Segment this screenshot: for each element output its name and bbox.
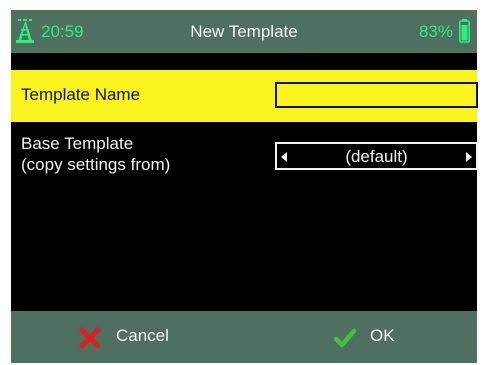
arrow-right-icon[interactable] (466, 152, 472, 162)
battery-percent: 83% (418, 22, 453, 41)
status-bar: 20:59 New Template 83% (11, 10, 477, 53)
base-template-label: Base Template (21, 134, 134, 153)
close-icon (79, 327, 101, 349)
template-name-row[interactable]: Template Name (11, 70, 478, 122)
checkmark-icon (334, 328, 356, 348)
base-template-selector[interactable]: (default) (275, 142, 478, 170)
ok-button[interactable]: OK (326, 311, 436, 363)
page-title: New Template (190, 22, 298, 41)
battery-icon (459, 19, 470, 43)
device-screen: 20:59 New Template 83% Template Name Bas… (11, 10, 478, 363)
footer-bar: Cancel OK (11, 311, 477, 363)
template-name-input[interactable] (275, 82, 478, 108)
ok-label: OK (370, 326, 395, 345)
cancel-label: Cancel (116, 326, 169, 345)
base-template-sublabel: (copy settings from) (21, 155, 171, 174)
template-name-label: Template Name (21, 85, 141, 104)
base-template-row[interactable]: Base Template (copy settings from) (defa… (11, 122, 478, 182)
base-template-value: (default) (345, 147, 408, 166)
cancel-button[interactable]: Cancel (71, 311, 211, 363)
